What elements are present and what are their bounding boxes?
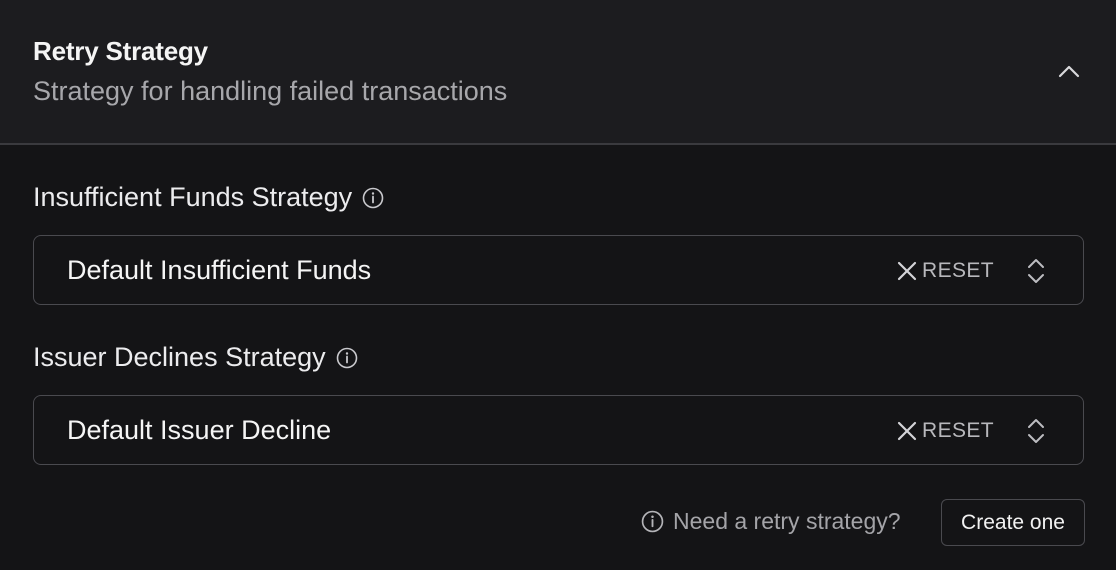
reset-button[interactable]: RESET <box>896 258 994 284</box>
close-icon <box>897 261 917 281</box>
chevron-up-down-icon[interactable] <box>1026 257 1046 285</box>
info-icon[interactable] <box>336 347 358 369</box>
field-label-text: Issuer Declines Strategy <box>33 342 326 372</box>
section-header[interactable]: Retry Strategy Strategy for handling fai… <box>0 0 1116 145</box>
chevron-up-down-icon[interactable] <box>1026 417 1046 445</box>
reset-button[interactable]: RESET <box>896 418 994 444</box>
info-icon[interactable] <box>362 187 384 209</box>
issuer-declines-select[interactable]: Default Issuer Decline RESET <box>33 395 1084 465</box>
issuer-declines-label: Issuer Declines Strategy <box>33 342 358 373</box>
create-one-button[interactable]: Create one <box>941 499 1085 546</box>
section-subtitle: Strategy for handling failed transaction… <box>33 76 508 106</box>
help-hint: Need a retry strategy? <box>641 508 901 535</box>
section-title: Retry Strategy <box>33 36 208 66</box>
chevron-up-icon <box>1058 65 1080 78</box>
collapse-button[interactable] <box>1050 54 1088 88</box>
select-value: Default Insufficient Funds <box>67 255 372 285</box>
close-icon <box>897 421 917 441</box>
reset-label: RESET <box>922 419 995 442</box>
reset-label: RESET <box>922 259 995 282</box>
field-label-text: Insufficient Funds Strategy <box>33 182 353 212</box>
help-text: Need a retry strategy? <box>673 508 901 534</box>
insufficient-funds-label: Insufficient Funds Strategy <box>33 182 384 213</box>
insufficient-funds-select[interactable]: Default Insufficient Funds RESET <box>33 235 1084 305</box>
select-value: Default Issuer Decline <box>67 415 332 445</box>
info-icon <box>641 510 664 533</box>
